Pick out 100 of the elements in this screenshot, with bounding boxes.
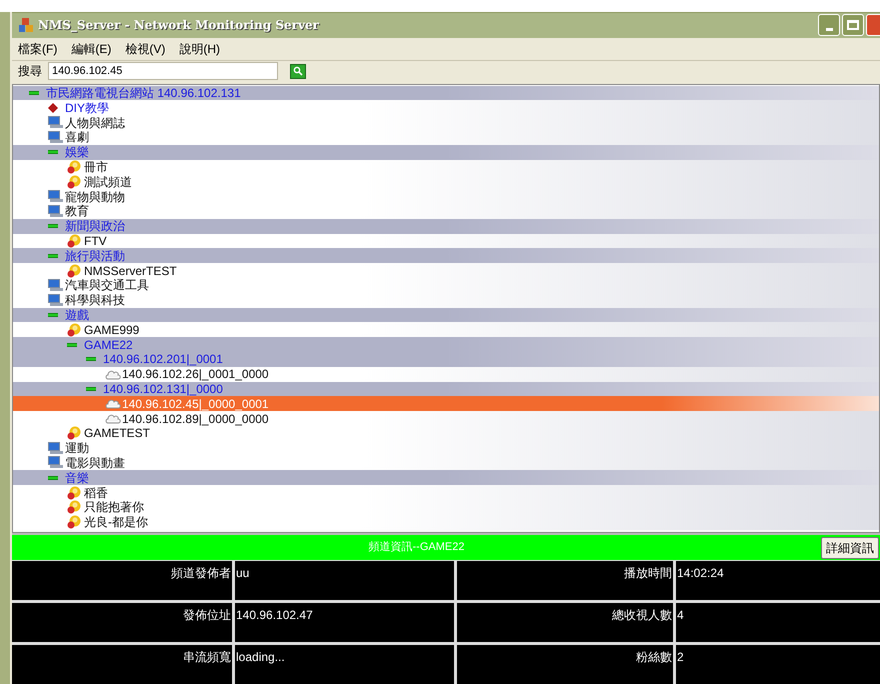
tree-label: 旅行與活動 bbox=[65, 248, 125, 263]
bulb-icon bbox=[67, 322, 81, 337]
tree-row[interactable]: 140.96.102.26|_0001_0000 bbox=[13, 366, 879, 382]
tree-row[interactable]: 只能抱著你 bbox=[13, 500, 879, 515]
tree-row[interactable]: 人物與網誌 bbox=[13, 115, 879, 130]
info-value: loading... bbox=[235, 645, 454, 684]
monitor-icon bbox=[48, 456, 63, 470]
info-label: 總收視人數 bbox=[457, 603, 673, 642]
tree-row[interactable]: DIY教學 bbox=[13, 100, 879, 116]
minus-icon[interactable] bbox=[48, 254, 58, 258]
tree-row[interactable]: 遊戲 bbox=[13, 308, 879, 322]
monitor-icon bbox=[48, 204, 63, 218]
search-button[interactable] bbox=[290, 64, 306, 79]
tree-row[interactable]: 140.96.102.131|_0000 bbox=[13, 382, 879, 396]
tree-row[interactable]: GAME22 bbox=[13, 337, 879, 352]
tree-row[interactable]: 140.96.102.201|_0001 bbox=[13, 352, 879, 367]
tree-label: 寵物與動物 bbox=[65, 190, 125, 204]
tree-row[interactable]: 光良-都是你 bbox=[13, 514, 879, 530]
info-value: 4 bbox=[676, 603, 880, 642]
tree-row[interactable]: 冊市 bbox=[13, 160, 879, 174]
menu-item[interactable]: 說明(H) bbox=[179, 40, 220, 58]
tree-label: GAME999 bbox=[84, 322, 140, 337]
tree-label: 冊市 bbox=[84, 160, 108, 174]
bulb-icon bbox=[67, 264, 81, 278]
tree-row[interactable]: 喜劇 bbox=[13, 130, 879, 145]
bulb-icon bbox=[67, 500, 81, 514]
tree-row[interactable]: 運動 bbox=[13, 440, 879, 456]
tree-row[interactable]: 測試頻道 bbox=[13, 174, 879, 190]
tree-row[interactable]: 市民網路電視台網站 140.96.102.131 bbox=[13, 86, 879, 100]
tree-row[interactable]: 稻香 bbox=[13, 485, 879, 500]
minus-icon[interactable] bbox=[48, 224, 58, 228]
tree-label: 音樂 bbox=[65, 470, 89, 485]
tree-label: 人物與網誌 bbox=[65, 116, 125, 130]
tree-label: 只能抱著你 bbox=[84, 500, 144, 514]
tree-label: 汽車與交通工具 bbox=[65, 278, 149, 292]
menu-item[interactable]: 檔案(F) bbox=[18, 40, 58, 58]
tree-row[interactable]: 科學與科技 bbox=[13, 292, 879, 308]
tree-row[interactable]: GAMETEST bbox=[13, 426, 879, 441]
tree-row[interactable]: 音樂 bbox=[13, 470, 879, 486]
app-icon bbox=[18, 17, 34, 34]
close-button[interactable] bbox=[866, 14, 880, 36]
minimize-button[interactable] bbox=[818, 14, 840, 36]
tree-row[interactable]: 新聞與政治 bbox=[13, 218, 879, 234]
monitor-icon bbox=[48, 116, 63, 130]
diamond-icon bbox=[48, 102, 58, 113]
tree-label: 測試頻道 bbox=[84, 174, 132, 189]
info-value: 14:02:24 bbox=[676, 561, 880, 600]
tree-label: 運動 bbox=[65, 441, 89, 456]
tree-label: 140.96.102.45|_0000_0001 bbox=[122, 396, 269, 411]
monitor-icon bbox=[48, 442, 63, 455]
tree-row[interactable]: 教育 bbox=[13, 204, 879, 219]
tree-label: 新聞與政治 bbox=[65, 219, 125, 234]
bulb-icon bbox=[67, 515, 81, 530]
minus-icon[interactable] bbox=[48, 312, 58, 317]
tree-row[interactable]: 娛樂 bbox=[13, 144, 879, 160]
tree-label: 140.96.102.201|_0001 bbox=[103, 352, 223, 366]
info-label: 串流頻寬 bbox=[12, 645, 232, 684]
tree-row[interactable]: 旅行與活動 bbox=[13, 248, 879, 264]
tree-row[interactable]: 汽車與交通工具 bbox=[13, 278, 879, 293]
monitor-icon bbox=[48, 278, 63, 292]
cloud-icon bbox=[105, 413, 121, 424]
tree-label: 教育 bbox=[65, 204, 89, 218]
info-label: 頻道發佈者 bbox=[12, 561, 232, 600]
monitor-icon bbox=[48, 130, 63, 144]
tree-label: NMSServerTEST bbox=[84, 264, 177, 278]
tree-label: 遊戲 bbox=[65, 308, 89, 322]
info-value: 2 bbox=[676, 645, 880, 684]
details-button[interactable]: 詳細資訊 bbox=[821, 536, 879, 559]
tree-row[interactable]: FTV bbox=[13, 234, 879, 248]
tree-label: 娛樂 bbox=[65, 145, 89, 160]
menu-item[interactable]: 編輯(E) bbox=[71, 40, 112, 58]
minus-icon[interactable] bbox=[48, 476, 58, 480]
tree-row[interactable]: GAME999 bbox=[13, 322, 879, 338]
info-title: 頻道資訊--GAME22 bbox=[368, 540, 466, 556]
tree-label: 稻香 bbox=[84, 486, 108, 500]
menu-item[interactable]: 檢視(V) bbox=[125, 40, 166, 58]
minus-icon[interactable] bbox=[48, 150, 58, 154]
info-label: 粉絲數 bbox=[457, 645, 673, 684]
tree-row[interactable]: 寵物與動物 bbox=[13, 189, 879, 204]
info-value: 140.96.102.47 bbox=[235, 603, 454, 642]
bulb-icon bbox=[67, 234, 81, 248]
minus-icon[interactable] bbox=[29, 91, 39, 96]
minus-icon[interactable] bbox=[86, 386, 96, 391]
tree-label: 市民網路電視台網站 140.96.102.131 bbox=[46, 86, 241, 100]
monitor-icon bbox=[48, 190, 63, 204]
window-title: NMS_Server - Network Monitoring Server bbox=[38, 17, 319, 34]
tree-label: 喜劇 bbox=[65, 130, 89, 144]
monitor-icon bbox=[48, 294, 63, 307]
tree-label: 科學與科技 bbox=[65, 293, 125, 308]
tree-label: 光良-都是你 bbox=[84, 515, 148, 530]
search-field[interactable]: 140.96.102.45 bbox=[48, 62, 278, 80]
tree-row[interactable]: 140.96.102.89|_0000_0000 bbox=[13, 411, 879, 426]
tree-label: 140.96.102.26|_0001_0000 bbox=[122, 367, 269, 382]
tree-label: FTV bbox=[84, 234, 107, 248]
info-label: 發佈位址 bbox=[12, 603, 232, 642]
maximize-button[interactable] bbox=[842, 14, 864, 36]
bulb-icon bbox=[67, 160, 81, 174]
tree-row[interactable]: 電影與動畫 bbox=[13, 456, 879, 470]
cloud-icon bbox=[105, 398, 121, 410]
tree-row[interactable]: NMSServerTEST bbox=[13, 263, 879, 278]
